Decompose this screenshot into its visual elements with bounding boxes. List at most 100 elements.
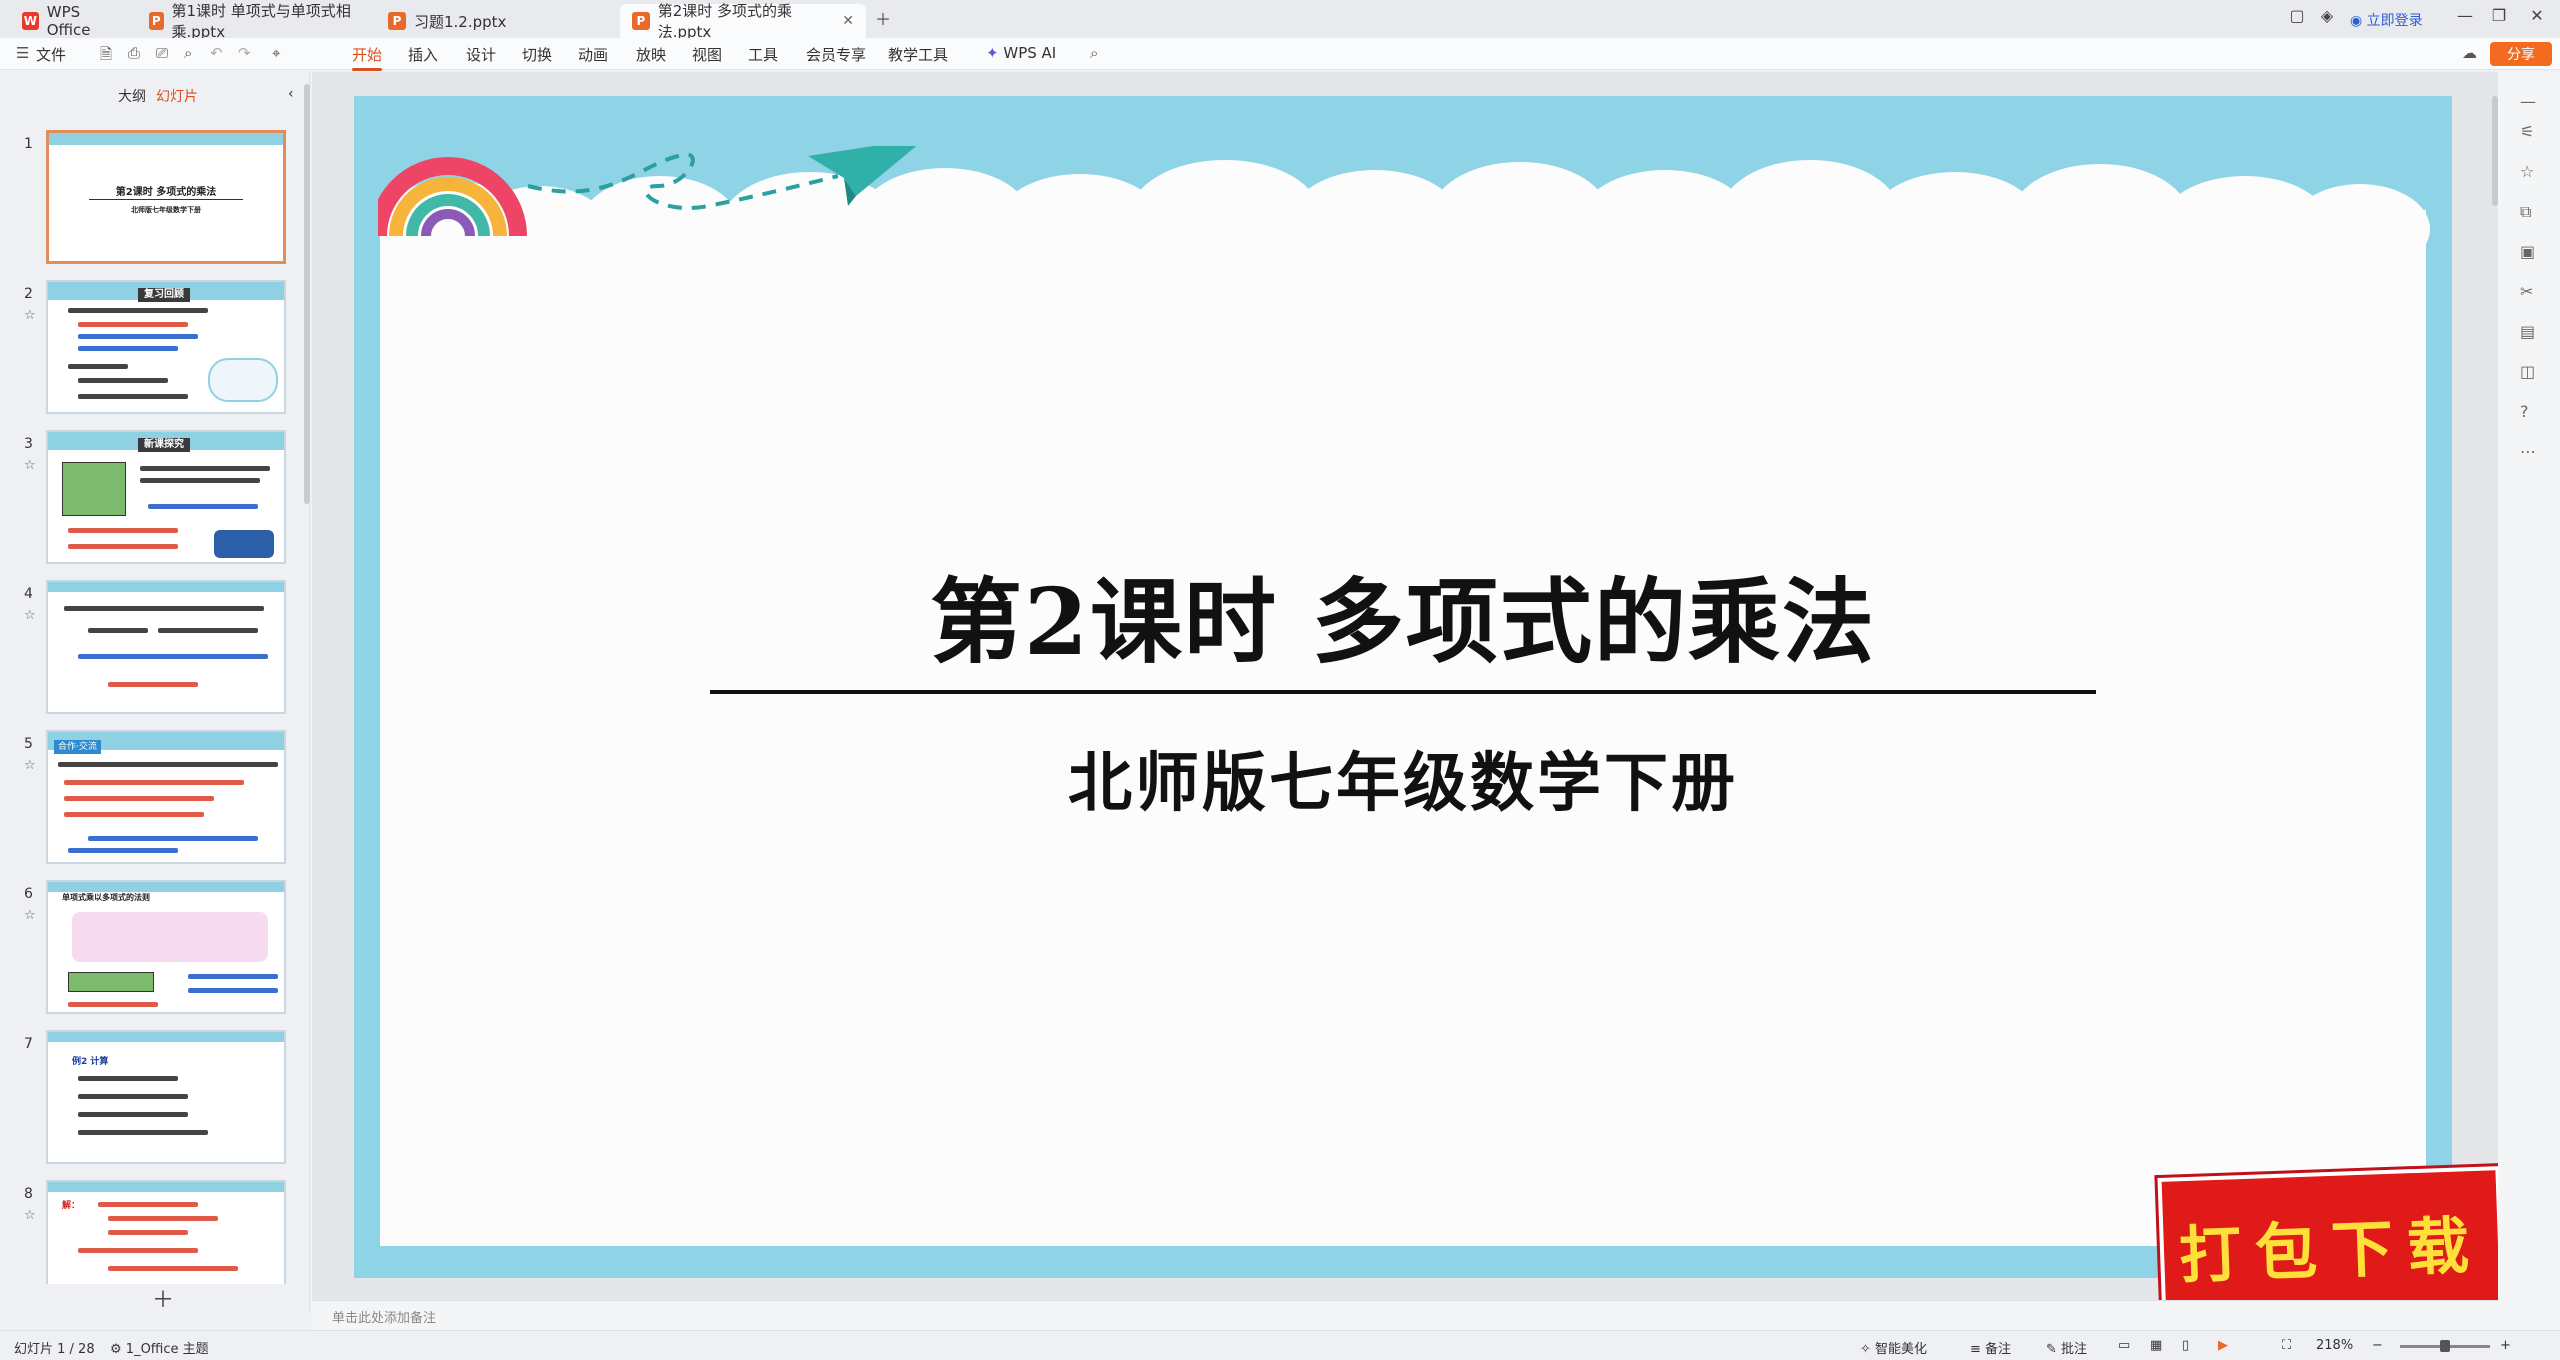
help-icon[interactable]: ? bbox=[2520, 402, 2529, 421]
cube-icon[interactable]: ◈ bbox=[2312, 6, 2342, 25]
rainbow-plane-decoration bbox=[378, 146, 917, 237]
slide-title[interactable]: 第2课时 多项式的乘法 bbox=[354, 548, 2452, 681]
smart-beautify-button[interactable]: ✧ 智能美化 bbox=[1860, 1338, 1927, 1357]
menu-insert[interactable]: 插入 bbox=[408, 44, 438, 65]
comments-button[interactable]: ✎ 批注 bbox=[2046, 1338, 2087, 1357]
file-menu[interactable]: 文件 bbox=[36, 44, 66, 65]
copy-icon[interactable]: ⧉ bbox=[2520, 202, 2531, 222]
pptx-file-icon: P bbox=[632, 12, 650, 30]
zoom-level[interactable]: 218% bbox=[2316, 1338, 2353, 1353]
slide-thumbnail-3[interactable]: 新课探究 bbox=[46, 430, 286, 564]
layout-icon[interactable]: ▢ bbox=[2282, 6, 2312, 25]
hamburger-icon[interactable]: ☰ bbox=[16, 44, 29, 62]
notes-placeholder: 单击此处添加备注 bbox=[332, 1311, 437, 1326]
close-window-icon[interactable]: ✕ bbox=[2522, 6, 2552, 25]
slide-thumbnail-5[interactable]: 合作·交流 bbox=[46, 730, 286, 864]
share-button[interactable]: 分享 bbox=[2490, 42, 2552, 66]
reading-view-icon[interactable]: ▯ bbox=[2182, 1338, 2189, 1353]
slide-thumbnail-6[interactable]: 单项式乘以多项式的法则 bbox=[46, 880, 286, 1014]
thumbnail-scrollbar[interactable] bbox=[304, 84, 310, 504]
star-icon[interactable]: ☆ bbox=[24, 608, 36, 623]
canvas-scrollbar[interactable] bbox=[2492, 96, 2498, 206]
menu-view[interactable]: 视图 bbox=[692, 44, 722, 65]
minimize-icon[interactable]: — bbox=[2450, 6, 2480, 25]
minus-icon[interactable]: — bbox=[2520, 92, 2536, 111]
theme-icon: ⚙ bbox=[110, 1342, 122, 1357]
cloud-icon[interactable]: ☁ bbox=[2462, 44, 2477, 62]
star-icon[interactable]: ☆ bbox=[24, 758, 36, 773]
star-icon[interactable]: ☆ bbox=[24, 1208, 36, 1223]
menu-wps-ai[interactable]: ✦ WPS AI bbox=[986, 44, 1056, 62]
outline-tab[interactable]: 大纲 bbox=[118, 86, 146, 106]
format-painter-icon[interactable]: ⌖ bbox=[272, 44, 280, 62]
menu-design[interactable]: 设计 bbox=[466, 44, 496, 65]
notes-area[interactable]: 单击此处添加备注 bbox=[312, 1300, 2498, 1330]
menu-animation[interactable]: 动画 bbox=[578, 44, 608, 65]
notes-toggle-button[interactable]: ≡ 备注 bbox=[1970, 1338, 2011, 1357]
tools-icon[interactable]: ✂ bbox=[2520, 282, 2533, 301]
star-icon[interactable]: ☆ bbox=[24, 458, 36, 473]
new-tab-icon[interactable]: ＋ bbox=[868, 6, 898, 30]
zoom-out-icon[interactable]: − bbox=[2372, 1338, 2383, 1353]
add-slide-button[interactable]: ＋ bbox=[152, 1282, 174, 1314]
print-icon[interactable]: ⎚ bbox=[156, 44, 168, 62]
image-icon[interactable]: ▣ bbox=[2520, 242, 2535, 261]
thumb-title: 新课探究 bbox=[138, 438, 190, 452]
thumb-title: 单项式乘以多项式的法则 bbox=[62, 893, 150, 902]
comment-icon: ✎ bbox=[2046, 1342, 2057, 1357]
slide-thumbnail-8[interactable]: 解： bbox=[46, 1180, 286, 1284]
theme-indicator[interactable]: ⚙ 1_Office 主题 bbox=[110, 1338, 209, 1357]
menu-home[interactable]: 开始 bbox=[352, 44, 383, 71]
adjust-icon[interactable]: ⚟ bbox=[2520, 122, 2534, 141]
slide-number: 1 bbox=[24, 136, 33, 152]
status-bar: 幻灯片 1 / 28 ⚙ 1_Office 主题 ✧ 智能美化 ≡ 备注 ✎ 批… bbox=[0, 1330, 2560, 1360]
slide-thumbnail-4[interactable] bbox=[46, 580, 286, 714]
slide-thumbnail-2[interactable]: 复习回顾 bbox=[46, 280, 286, 414]
tab-label: 第1课时 单项式与单项式相乘.pptx bbox=[171, 2, 351, 41]
slide-number: 2 bbox=[24, 286, 33, 302]
menu-teaching-tools[interactable]: 教学工具 bbox=[888, 44, 948, 65]
tab-wps-home[interactable]: W WPS Office bbox=[10, 3, 135, 39]
tab-doc-2[interactable]: P 习题1.2.pptx bbox=[376, 4, 614, 38]
slide-thumbnail-7[interactable]: 例2 计算 bbox=[46, 1030, 286, 1164]
slide-subtitle[interactable]: 北师版七年级数学下册 bbox=[354, 732, 2452, 824]
fit-window-icon[interactable]: ⛶ bbox=[2282, 1338, 2291, 1353]
collapse-panel-icon[interactable]: ‹ bbox=[288, 86, 294, 102]
menu-slideshow[interactable]: 放映 bbox=[636, 44, 666, 65]
tab-label: 第2课时 多项式的乘法.pptx bbox=[657, 2, 792, 41]
save-icon[interactable]: 🗎 bbox=[100, 44, 112, 69]
zoom-in-icon[interactable]: + bbox=[2500, 1338, 2511, 1353]
login-link[interactable]: ◉ 立即登录 bbox=[2350, 10, 2423, 30]
more-icon[interactable]: ⋯ bbox=[2520, 442, 2536, 461]
beautify-icon: ✧ bbox=[1860, 1342, 1871, 1357]
restore-icon[interactable]: ❐ bbox=[2484, 6, 2514, 25]
star-icon[interactable]: ☆ bbox=[24, 308, 36, 323]
thumb-title: 合作·交流 bbox=[54, 740, 101, 754]
slide-number: 8 bbox=[24, 1186, 33, 1202]
star-icon[interactable]: ☆ bbox=[24, 908, 36, 923]
play-slideshow-icon[interactable]: ▶ bbox=[2218, 1338, 2228, 1353]
title-bar: W WPS Office P 第1课时 单项式与单项式相乘.pptx P 习题1… bbox=[0, 0, 2560, 41]
close-tab-icon[interactable]: ✕ bbox=[842, 13, 854, 29]
book-icon[interactable]: ▤ bbox=[2520, 322, 2535, 341]
search-icon[interactable]: ⌕ bbox=[1090, 44, 1098, 62]
ai-icon: ✦ bbox=[986, 44, 999, 62]
undo-icon[interactable]: ↶ bbox=[210, 44, 223, 62]
thumb-title: 第2课时 多项式的乘法 bbox=[115, 187, 217, 198]
menu-tools[interactable]: 工具 bbox=[748, 44, 778, 65]
layers-icon[interactable]: ◫ bbox=[2520, 362, 2535, 381]
slide-number: 3 bbox=[24, 436, 33, 452]
slide-thumbnail-1[interactable]: 第2课时 多项式的乘法 北师版七年级数学下册 bbox=[46, 130, 286, 264]
menu-transition[interactable]: 切换 bbox=[522, 44, 552, 65]
redo-icon[interactable]: ↷ bbox=[238, 44, 251, 62]
tab-doc-3-active[interactable]: P 第2课时 多项式的乘法.pptx ✕ bbox=[620, 2, 866, 41]
slides-tab[interactable]: 幻灯片 bbox=[156, 86, 198, 106]
grid-view-icon[interactable]: ▦ bbox=[2150, 1338, 2162, 1353]
zoom-slider-handle[interactable] bbox=[2440, 1340, 2450, 1352]
export-icon[interactable]: ⎙ bbox=[128, 44, 140, 62]
star-icon[interactable]: ☆ bbox=[2520, 162, 2534, 181]
menu-member[interactable]: 会员专享 bbox=[806, 44, 866, 65]
preview-icon[interactable]: ⌕ bbox=[184, 44, 192, 62]
normal-view-icon[interactable]: ▭ bbox=[2118, 1338, 2130, 1353]
tab-doc-1[interactable]: P 第1课时 单项式与单项式相乘.pptx bbox=[137, 2, 371, 41]
